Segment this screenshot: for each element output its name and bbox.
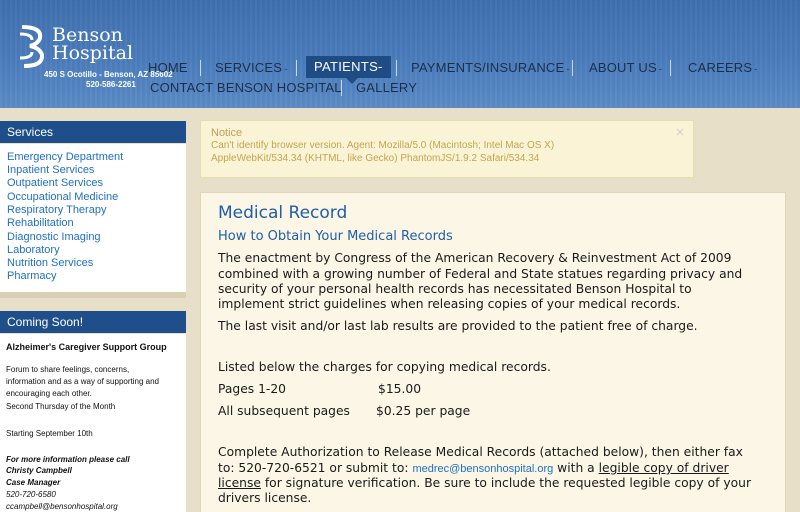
nav-careers[interactable]: CAREERS - [688, 60, 757, 75]
instructions-text: with a [553, 461, 599, 475]
chevron-down-icon: - [284, 64, 288, 74]
nav-payments[interactable]: PAYMENTS/INSURANCE - [411, 60, 570, 75]
sidebar-item-nutrition[interactable]: Nutrition Services [7, 257, 93, 269]
sidebar-item-pharmacy[interactable]: Pharmacy [7, 270, 57, 282]
nav-services-label: SERVICES [215, 60, 283, 75]
nav-contact[interactable]: CONTACT BENSON HOSPITAL [150, 80, 342, 95]
drivers-license-link-cont[interactable]: license [218, 476, 261, 490]
intro-paragraph: security of your personal health records… [218, 282, 692, 296]
nav-divider [200, 60, 201, 76]
nav-services[interactable]: SERVICES - [215, 60, 287, 75]
nav-payments-label: PAYMENTS/INSURANCE [411, 60, 565, 75]
contact-email[interactable]: ccampbell@bensonhospital.org [6, 501, 118, 512]
nav-contact-label: CONTACT BENSON HOSPITAL [150, 80, 342, 95]
nav-about[interactable]: ABOUT US - [589, 60, 662, 75]
intro-paragraph: implement strict guidelines when releasi… [218, 297, 681, 311]
contact-phone: 520-720-6580 [6, 490, 56, 499]
services-heading: Services [0, 121, 186, 143]
event-description: Forum to share feelings, concerns, [6, 365, 130, 374]
site-logo[interactable]: Benson Hospital [52, 26, 134, 64]
hospital-phone: 520-586-2261 [86, 80, 136, 89]
benson-logo-icon[interactable] [18, 24, 46, 68]
instructions-paragraph: license for signature verification. Be s… [218, 476, 751, 490]
subsequent-label: All subsequent pages [218, 404, 350, 418]
chevron-down-icon: - [566, 64, 570, 74]
event-title: Alzheimer's Caregiver Support Group [6, 342, 167, 352]
medrec-email-link[interactable]: medrec@bensonhospital.org [412, 463, 553, 475]
page-title: Medical Record [218, 203, 348, 223]
sidebar-item-respiratory[interactable]: Respiratory Therapy [7, 204, 106, 216]
instructions-paragraph: to: 520-720-6521 or submit to: medrec@be… [218, 461, 729, 475]
site-header: Benson Hospital 450 S Ocotillo - Benson,… [0, 0, 800, 108]
chevron-down-icon: - [658, 64, 663, 74]
event-schedule: Second Thursday of the Month [6, 402, 116, 411]
event-start: Starting September 10th [6, 429, 93, 438]
pages-label: Pages 1-20 [218, 382, 286, 396]
nav-divider [296, 60, 297, 76]
notice-message: AppleWebKit/534.34 (KHTML, like Gecko) P… [211, 153, 540, 164]
contact-name: Christy Campbell [6, 466, 72, 475]
chevron-down-icon: - [378, 59, 383, 74]
logo-line-2: Hospital [52, 42, 134, 64]
nav-patients-label: PATIENTS [314, 59, 379, 74]
main-content: Medical Record How to Obtain Your Medica… [200, 192, 786, 512]
instructions-paragraph: drivers license. [218, 491, 312, 505]
intro-paragraph: The enactment by Congress of the America… [218, 251, 732, 265]
chevron-down-icon: - [754, 64, 758, 74]
nav-about-label: ABOUT US [589, 60, 657, 75]
page-subtitle: How to Obtain Your Medical Records [218, 229, 453, 244]
event-description: information and as a way of supporting a… [6, 377, 159, 386]
nav-divider [396, 60, 397, 76]
subsequent-price: $0.25 per page [376, 404, 471, 418]
services-list: Emergency Department Inpatient Services … [0, 144, 186, 298]
nav-divider [670, 60, 671, 76]
sidebar-item-occupational[interactable]: Occupational Medicine [7, 191, 118, 203]
sidebar-item-emergency[interactable]: Emergency Department [7, 151, 123, 163]
coming-soon-heading: Coming Soon! [0, 311, 186, 333]
nav-gallery-label: GALLERY [356, 80, 418, 95]
nav-home[interactable]: HOME [148, 60, 188, 75]
sidebar-item-outpatient[interactable]: Outpatient Services [7, 177, 103, 189]
close-icon[interactable]: × [675, 125, 685, 139]
nav-patients[interactable]: PATIENTS- [306, 56, 391, 84]
sidebar-item-inpatient[interactable]: Inpatient Services [7, 164, 94, 176]
nav-divider [572, 60, 573, 76]
coming-soon-panel: Alzheimer's Caregiver Support Group Foru… [0, 334, 186, 512]
instructions-text: to: 520-720-6521 or submit to: [218, 461, 413, 475]
browser-notice: Notice × Can't identify browser version.… [200, 120, 694, 178]
contact-role: Case Manager [6, 478, 61, 487]
notice-title: Notice [211, 127, 243, 139]
pages-price: $15.00 [378, 382, 422, 396]
instructions-paragraph: Complete Authorization to Release Medica… [218, 445, 743, 459]
sidebar-item-laboratory[interactable]: Laboratory [7, 244, 60, 256]
event-description: encouraging each other. [6, 389, 92, 398]
nav-careers-label: CAREERS [688, 60, 753, 75]
nav-home-label: HOME [148, 60, 188, 75]
charges-intro: Listed below the charges for copying med… [218, 360, 551, 374]
nav-gallery[interactable]: GALLERY [356, 80, 417, 95]
sidebar-item-rehabilitation[interactable]: Rehabilitation [7, 217, 74, 229]
drivers-license-link[interactable]: legible copy of driver [599, 461, 729, 475]
intro-paragraph: combined with a growing number of Federa… [218, 267, 743, 281]
instructions-text: for signature verification. Be sure to i… [260, 476, 752, 490]
sidebar-item-imaging[interactable]: Diagnostic Imaging [7, 231, 101, 243]
free-results-note: The last visit and/or last lab results a… [218, 319, 698, 333]
nav-divider [341, 80, 342, 96]
notice-message: Can't identify browser version. Agent: M… [211, 140, 555, 151]
